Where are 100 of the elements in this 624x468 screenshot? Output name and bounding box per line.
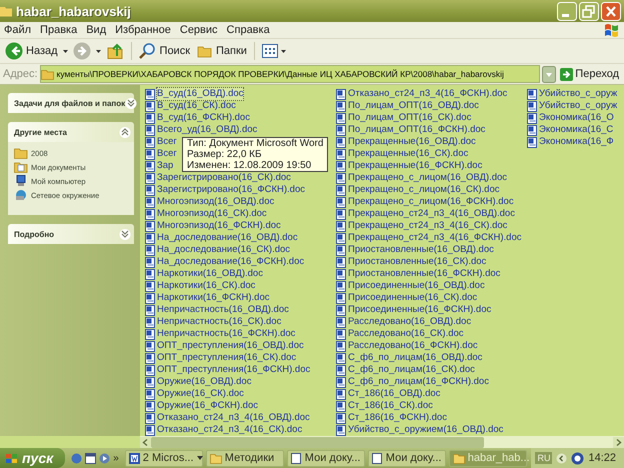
file-name[interactable]: Ст_186(16_ОВД).doc: [347, 387, 442, 401]
file-name[interactable]: Прекращенные(16_ФСКН).doc: [347, 159, 484, 173]
menu-item[interactable]: Вид: [86, 24, 106, 36]
file-name[interactable]: Непричастность(16_СК).doc: [156, 315, 282, 329]
file-name[interactable]: С_ф6_по_лицам(16_ФСКН).doc: [347, 375, 490, 389]
file-name[interactable]: Приостановленные(16_ОВД).doc: [347, 243, 495, 257]
taskbar-button[interactable]: 2 Micros...: [124, 450, 203, 466]
file-name[interactable]: Зар: [156, 159, 174, 173]
more-button[interactable]: »: [113, 452, 119, 464]
file-name[interactable]: Всег: [156, 147, 178, 161]
file-name[interactable]: Расследовано(16_ФСКН).doc: [347, 339, 479, 353]
file-name[interactable]: По_лицам_ОПТ(16_ФСКН).doc: [347, 123, 486, 137]
file-name[interactable]: Всег: [156, 135, 178, 149]
file-name[interactable]: Прекращено_ст24_п3_4(16_ФСКН).doc: [347, 231, 522, 245]
file-name[interactable]: Наркотики(16_ОВД).doc: [156, 267, 264, 281]
file-name[interactable]: Отказано_ст24_п3_4(16_СК).doc: [156, 423, 304, 436]
file-name[interactable]: Убийство_с_оружием(16_ОВД).doc: [347, 423, 504, 436]
file-name[interactable]: Присоединенные(16_ФСКН).doc: [347, 303, 492, 317]
taskbar-button[interactable]: Мои доку...: [286, 450, 365, 466]
file-name[interactable]: Расследовано(16_СК).doc: [347, 327, 465, 341]
file-name[interactable]: Прекращено_ст24_п3_4(16_ОВД).doc: [347, 207, 516, 221]
file-name[interactable]: Наркотики(16_ФСКН).doc: [156, 291, 270, 305]
file-name[interactable]: Непричастность(16_ФСКН).doc: [156, 327, 296, 341]
file-name[interactable]: Присоединенные(16_СК).doc: [347, 291, 478, 305]
collapse-icon[interactable]: [119, 126, 131, 138]
panel-header[interactable]: Другие места: [8, 122, 134, 142]
file-name[interactable]: Прекращенные(16_СК).doc: [347, 147, 470, 161]
file-name[interactable]: Экономика(16_С: [538, 123, 614, 137]
window-icon[interactable]: [85, 452, 96, 464]
menu-item[interactable]: Сервис: [180, 24, 218, 36]
horizontal-scrollbar[interactable]: [140, 436, 624, 448]
scroll-left-icon: [140, 436, 151, 448]
restore-icon[interactable]: [579, 2, 599, 20]
file-name[interactable]: На_доследование(16_ФСКН).doc: [156, 255, 306, 269]
file-name[interactable]: В_суд(16_СК).doc: [156, 99, 237, 113]
menu-item[interactable]: Избранное: [115, 24, 171, 36]
search-button[interactable]: Поиск: [136, 40, 192, 62]
file-name[interactable]: Расследовано(16_ОВД).doc: [347, 315, 472, 329]
expand-icon[interactable]: [119, 228, 131, 240]
document-icon: [336, 148, 346, 160]
file-name[interactable]: Экономика(16_Ф: [538, 135, 615, 149]
file-name[interactable]: ОПТ_преступления(16_ОВД).doc: [156, 339, 305, 353]
file-name[interactable]: Экономика(16_О: [538, 111, 615, 125]
file-name[interactable]: ОПТ_преступления(16_СК).doc: [156, 351, 298, 365]
file-name[interactable]: Оружие(16_ОВД).doc: [156, 375, 252, 389]
file-name[interactable]: Приостановленные(16_СК).doc: [347, 255, 488, 269]
dropdown-icon[interactable]: [542, 66, 556, 82]
file-name[interactable]: Приостановленные(16_ФСКН).doc: [347, 267, 502, 281]
file-name[interactable]: Ст_186(16_СК).doc: [347, 399, 434, 413]
file-name[interactable]: С_ф6_по_лицам(16_СК).doc: [347, 363, 476, 377]
panel-header[interactable]: Задачи для файлов и папок: [8, 93, 134, 113]
go-button[interactable]: Переход: [558, 68, 621, 80]
file-name[interactable]: По_лицам_ОПТ(16_СК).doc: [347, 111, 472, 125]
document-icon: [336, 280, 346, 292]
file-name[interactable]: Прекращено_с_лицом(16_СК).doc: [347, 183, 500, 197]
menu-item[interactable]: Файл: [4, 24, 32, 36]
file-name[interactable]: Многоэпизод(16_ОВД).doc: [156, 195, 276, 209]
file-name[interactable]: Отказано_ст24_п3_4(16_ОВД).doc: [156, 411, 311, 425]
file-name[interactable]: Зарегистрировано(16_ФСКН).doc: [156, 183, 306, 197]
file-name[interactable]: Всего_уд(16_ОВД).doc: [156, 123, 258, 137]
file-name[interactable]: Многоэпизод(16_СК).doc: [156, 207, 268, 221]
start-button[interactable]: пуск: [0, 448, 66, 468]
file-name[interactable]: По_лицам_ОПТ(16_ОВД).doc: [347, 99, 480, 113]
file-name[interactable]: Присоединенные(16_ОВД).doc: [347, 279, 486, 293]
file-name[interactable]: На_доследование(16_СК).doc: [156, 243, 292, 257]
document-icon: [336, 172, 346, 184]
file-name[interactable]: Оружие(16_СК).doc: [156, 387, 245, 401]
minimize-icon[interactable]: [557, 2, 577, 20]
file-name[interactable]: Прекращено_ст24_п3_4(16_СК).doc: [347, 219, 508, 233]
file-name[interactable]: Убийство_с_оруж: [538, 99, 618, 113]
menu-item[interactable]: Правка: [40, 24, 78, 36]
file-name[interactable]: С_ф6_по_лицам(16_ОВД).doc: [347, 351, 484, 365]
folders-button[interactable]: Папки: [195, 40, 249, 62]
file-name[interactable]: Непричастность(16_ОВД).doc: [156, 303, 290, 317]
back-button[interactable]: Назад: [3, 40, 60, 62]
tray-icon[interactable]: [571, 452, 584, 464]
menu-item[interactable]: Справка: [226, 24, 270, 36]
file-name[interactable]: Наркотики(16_СК).doc: [156, 279, 256, 293]
file-name[interactable]: Многоэпизод(16_ФСКН).doc: [156, 219, 282, 233]
close-icon[interactable]: [601, 2, 621, 20]
file-name[interactable]: Прекращено_с_лицом(16_ФСКН).doc: [347, 195, 515, 209]
address-field[interactable]: кументы\ПРОВЕРКИ\ХАБАРОВСК ПОРЯДОК ПРОВЕРКИ\Данные ИЦ ХАБАРОВСКИЙ КР\2008\habar_habarovskij: [40, 65, 540, 83]
taskbar-button[interactable]: Мои доку...: [368, 450, 446, 466]
file-name[interactable]: Прекращено_с_лицом(16_ОВД).doc: [347, 171, 508, 185]
file-name[interactable]: Убийство_с_оруж: [538, 87, 618, 101]
file-name[interactable]: Прекращенные(16_ОВД).doc: [347, 135, 477, 149]
panel-header[interactable]: Подробно: [8, 224, 134, 244]
file-name[interactable]: Зарегистрировано(16_СК).doc: [156, 171, 292, 185]
file-name[interactable]: На_доследование(16_ОВД).doc: [156, 231, 299, 245]
file-name[interactable]: Ст_186(16_ФСКН).doc: [347, 411, 448, 425]
taskbar-button[interactable]: Методики: [206, 450, 284, 466]
document-icon: [336, 340, 346, 352]
file-name[interactable]: Оружие(16_ФСКН).doc: [156, 399, 259, 413]
file-name[interactable]: Отказано_ст24_п3_4(16_ФСКН).doc: [347, 87, 508, 101]
file-name[interactable]: В_суд(16_ОВД).doc: [156, 87, 244, 101]
expand-icon[interactable]: [125, 98, 138, 108]
file-name[interactable]: ОПТ_преступления(16_ФСКН).doc: [156, 363, 312, 377]
media-icon[interactable]: [99, 452, 110, 464]
chevron-left-icon[interactable]: [556, 452, 568, 464]
file-name[interactable]: В_суд(16_ФСКН).doc: [156, 111, 251, 125]
